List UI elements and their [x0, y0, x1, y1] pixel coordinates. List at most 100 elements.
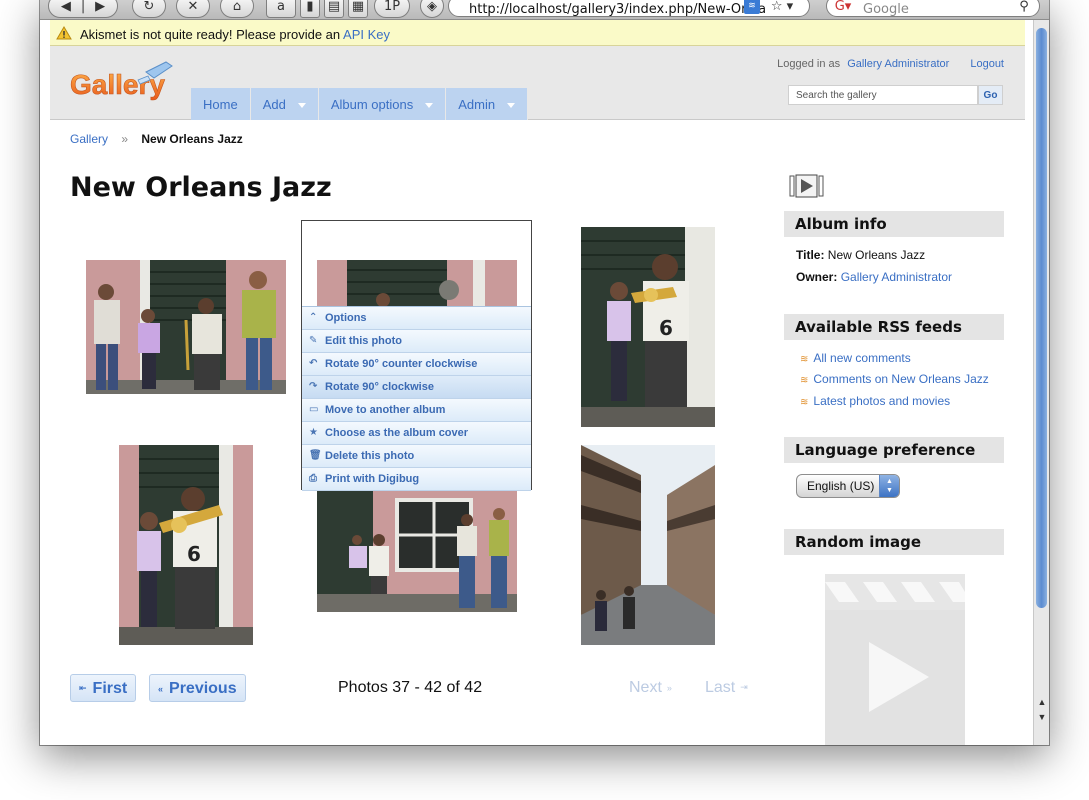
owner-link[interactable]: Gallery Administrator — [841, 270, 952, 284]
browser-search-placeholder: Google — [863, 2, 909, 17]
photo-context-menu: ⌃ Options ✎ Edit this photo ↶ Rotate 90° co… — [302, 306, 531, 491]
vertical-scrollbar[interactable]: ▲ ▼ — [1033, 20, 1049, 745]
menu-item-rotate-cw[interactable]: ↷ Rotate 90° clockwise — [302, 376, 531, 399]
menu-item-album-cover[interactable]: ★ Choose as the album cover — [302, 422, 531, 445]
warning-icon — [56, 26, 72, 40]
first-page-button[interactable]: ⇤ First — [70, 674, 137, 702]
onepassword-button[interactable]: 1P — [374, 0, 410, 18]
logout-link[interactable]: Logout — [970, 58, 1004, 70]
random-image-heading: Random image — [784, 529, 1004, 555]
screen-icon[interactable]: ▦ — [348, 0, 368, 18]
menu-item-label: Choose as the album cover — [325, 427, 469, 439]
breadcrumb-root-link[interactable]: Gallery — [70, 132, 108, 146]
album-info-heading: Album info — [784, 211, 1004, 237]
svg-text:6: 6 — [659, 316, 673, 340]
site-identity-icon[interactable]: ◈ — [420, 0, 444, 18]
menu-item-label: Options — [325, 312, 367, 324]
gallery-search-input[interactable]: Search the gallery — [788, 85, 978, 105]
nav-album-options-label: Album options — [330, 97, 414, 112]
pager-info: Photos 37 - 42 of 42 — [338, 679, 483, 696]
rss-heading: Available RSS feeds — [784, 314, 1004, 340]
photo-thumbnail[interactable] — [581, 445, 715, 645]
language-select[interactable]: English (US) ▲ ▼ — [796, 474, 900, 498]
reload-icon[interactable]: ↻ — [132, 0, 166, 18]
rss-feed-icon[interactable]: ≋ — [744, 0, 760, 14]
scroll-down-icon[interactable]: ▼ — [1036, 712, 1048, 724]
rss-icon: ≋ — [800, 375, 809, 386]
rss-feed-label: All new comments — [813, 351, 911, 365]
chevron-down-icon — [297, 103, 306, 109]
browser-toolbar: ◀ │ ▶ ↻ ✕ ⌂ a ▮ ▤ ▦ 1P ◈ http://localhos… — [40, 0, 1049, 20]
scroll-up-icon[interactable]: ▲ — [1036, 697, 1048, 709]
gallery-page: Gallery Logged in as Gallery Administrat… — [50, 46, 1025, 745]
menu-item-move[interactable]: ▭ Move to another album — [302, 399, 531, 422]
album-info-owner: Owner: Gallery Administrator — [796, 270, 952, 284]
nav-album-options[interactable]: Album options — [318, 88, 447, 120]
rss-feed-link[interactable]: ≋ Latest photos and movies — [800, 394, 950, 408]
owner-label: Owner: — [796, 270, 838, 284]
photo-thumbnail[interactable]: 6 — [581, 227, 715, 427]
browser-window: ◀ │ ▶ ↻ ✕ ⌂ a ▮ ▤ ▦ 1P ◈ http://localhos… — [40, 0, 1049, 745]
menu-item-label: Move to another album — [325, 404, 446, 416]
menu-item-label: Rotate 90° counter clockwise — [325, 358, 478, 370]
nav-admin[interactable]: Admin — [446, 88, 529, 120]
user-link[interactable]: Gallery Administrator — [847, 58, 949, 70]
previous-page-button[interactable]: « Previous — [149, 674, 246, 702]
menu-item-print[interactable]: ⎙ Print with Digibug — [302, 468, 531, 491]
site-header: Gallery Logged in as Gallery Administrat… — [50, 46, 1025, 120]
chevron-down-icon — [507, 103, 516, 109]
stop-icon[interactable]: ✕ — [176, 0, 210, 18]
printer-icon: ⎙ — [309, 473, 317, 484]
last-page-button: Last ⇥ — [705, 679, 748, 697]
rotate-ccw-icon: ↶ — [309, 358, 318, 369]
rss-feed-link[interactable]: ≋ All new comments — [800, 351, 911, 365]
back-forward-buttons[interactable]: ◀ │ ▶ — [48, 0, 118, 18]
api-key-link[interactable]: API Key — [343, 27, 390, 42]
menu-item-delete[interactable]: 🗑 Delete this photo — [302, 445, 531, 468]
menu-item-label: Edit this photo — [325, 335, 402, 347]
rss-feed-label: Comments on New Orleans Jazz — [813, 372, 989, 386]
rss-feed-link[interactable]: ≋ Comments on New Orleans Jazz — [800, 372, 989, 386]
photo-thumbnail[interactable]: 6 — [119, 445, 253, 645]
bookmark-icon[interactable]: ▮ — [300, 0, 320, 18]
select-stepper-icon: ▲ ▼ — [879, 475, 899, 497]
nav-add[interactable]: Add — [250, 88, 319, 120]
title-label: Title: — [796, 248, 825, 262]
next-page-button: Next » — [629, 679, 672, 697]
pencil-icon: ✎ — [309, 335, 318, 346]
notification-message: Akismet is not quite ready! Please provi… — [80, 27, 341, 42]
bookmark-star-icon[interactable]: ☆ ▾ — [764, 0, 800, 15]
photo-thumbnail[interactable] — [86, 260, 286, 394]
slideshow-icon[interactable] — [789, 174, 824, 198]
svg-text:6: 6 — [187, 542, 201, 566]
clipboard-icon[interactable]: ▤ — [324, 0, 344, 18]
menu-item-options[interactable]: ⌃ Options — [302, 307, 531, 330]
nav-home[interactable]: Home — [191, 88, 251, 120]
nav-admin-label: Admin — [458, 97, 496, 112]
scrollbar-thumb[interactable] — [1036, 28, 1047, 608]
language-selected: English (US) — [807, 479, 875, 493]
last-page-icon: ⇥ — [740, 682, 748, 693]
folder-icon: ▭ — [309, 404, 319, 415]
album-info-title: Title: New Orleans Jazz — [796, 248, 925, 262]
browser-search-input[interactable]: Google — [826, 0, 1040, 17]
previous-label: Previous — [169, 680, 237, 697]
google-icon[interactable]: G▾ — [830, 0, 856, 15]
chevron-down-icon — [425, 103, 434, 109]
rss-icon: ≋ — [800, 397, 809, 408]
addon-icon[interactable]: a — [266, 0, 296, 18]
next-page-icon: » — [666, 682, 672, 693]
search-go-button[interactable]: Go — [978, 85, 1003, 105]
movie-placeholder-icon[interactable] — [823, 572, 967, 745]
menu-item-label: Rotate 90° clockwise — [325, 381, 434, 393]
photo-thumbnail[interactable] — [317, 260, 517, 306]
akismet-notification: Akismet is not quite ready! Please provi… — [50, 20, 1025, 46]
photo-thumbnail[interactable] — [317, 490, 517, 612]
home-icon[interactable]: ⌂ — [220, 0, 254, 18]
login-status: Logged in as Gallery Administrator Logou… — [777, 58, 1004, 70]
onepassword-label: 1P — [383, 0, 401, 14]
gallery-logo[interactable]: Gallery — [68, 60, 178, 106]
menu-item-rotate-ccw[interactable]: ↶ Rotate 90° counter clockwise — [302, 353, 531, 376]
breadcrumb-separator: » — [121, 132, 129, 146]
menu-item-edit-photo[interactable]: ✎ Edit this photo — [302, 330, 531, 353]
